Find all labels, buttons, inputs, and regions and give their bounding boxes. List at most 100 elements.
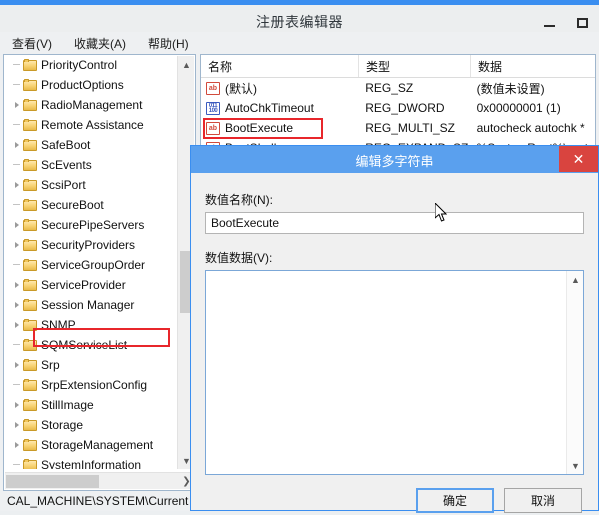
chevron-right-icon[interactable] (10, 295, 23, 315)
binary-dword-icon: 011 100 (206, 101, 220, 115)
tree-item-storage[interactable]: Storage (4, 415, 177, 435)
tree-item-label: ScEvents (41, 158, 92, 172)
folder-icon (23, 319, 37, 331)
chevron-right-icon[interactable] (10, 235, 23, 255)
scroll-up-icon[interactable]: ▲ (567, 271, 584, 288)
maximize-icon (577, 18, 588, 28)
registry-tree-list[interactable]: PriorityControl ProductOptions RadioMana… (4, 55, 177, 469)
tree-item-scevents[interactable]: ScEvents (4, 155, 177, 175)
scroll-down-icon[interactable]: ▼ (567, 457, 584, 474)
minimize-button[interactable] (533, 13, 566, 33)
tree-item-prioritycontrol[interactable]: PriorityControl (4, 55, 177, 75)
maximize-button[interactable] (566, 13, 599, 33)
tree-item-label: SystemInformation (41, 458, 142, 469)
window-title-bar[interactable]: 注册表编辑器 (0, 5, 599, 32)
chevron-right-icon[interactable] (10, 275, 23, 295)
folder-icon (23, 179, 37, 191)
chevron-right-icon[interactable] (10, 435, 23, 455)
tree-line-icon (10, 75, 23, 95)
tree-item-safeboot[interactable]: SafeBoot (4, 135, 177, 155)
dialog-body: 数值名称(N): 数值数据(V): ▲ ▼ 确定 取消 (191, 173, 598, 513)
value-data-cell: (数值未设置) (476, 81, 545, 96)
value-data-cell: autocheck autochk * (476, 121, 585, 135)
tree-hscroll-thumb[interactable] (6, 475, 99, 488)
tree-item-stillimage[interactable]: StillImage (4, 395, 177, 415)
tree-item-label: ServiceGroupOrder (41, 258, 146, 272)
chevron-right-icon[interactable] (10, 395, 23, 415)
tree-item-label: Storage (41, 418, 84, 432)
folder-icon (23, 399, 37, 411)
tree-horizontal-scrollbar[interactable]: ❯ (5, 472, 195, 489)
tree-item-srpextensionconfig[interactable]: SrpExtensionConfig (4, 375, 177, 395)
table-row[interactable]: ab (默认) REG_SZ (数值未设置) (201, 78, 595, 98)
folder-icon (23, 279, 37, 291)
table-row[interactable]: 011 100 AutoChkTimeout REG_DWORD 0x000000… (201, 98, 595, 118)
column-header-data[interactable]: 数据 (471, 55, 595, 77)
tree-item-secureboot[interactable]: SecureBoot (4, 195, 177, 215)
folder-icon (23, 159, 37, 171)
tree-item-sqmservicelist[interactable]: SQMServiceList (4, 335, 177, 355)
textarea-vertical-scrollbar[interactable]: ▲ ▼ (566, 271, 583, 474)
registry-editor-window: 注册表编辑器 查看(V) 收藏夹(A) 帮助(H) PriorityContro… (0, 0, 599, 513)
tree-item-servicegrouporder[interactable]: ServiceGroupOrder (4, 255, 177, 275)
value-name-field-label: 数值名称(N): (205, 193, 273, 207)
value-name-label: BootExecute (225, 121, 294, 135)
chevron-right-icon[interactable] (10, 135, 23, 155)
chevron-right-icon[interactable] (10, 355, 23, 375)
folder-icon (23, 379, 37, 391)
dialog-title: 编辑多字符串 (355, 154, 434, 169)
ab-string-icon: ab (206, 81, 220, 95)
tree-item-label: RadioManagement (41, 98, 143, 112)
cancel-button[interactable]: 取消 (504, 487, 582, 513)
tree-item-session-manager[interactable]: Session Manager (4, 295, 177, 315)
registry-tree-pane[interactable]: PriorityControl ProductOptions RadioMana… (3, 54, 196, 491)
folder-icon (23, 99, 37, 111)
value-name-input[interactable] (205, 212, 584, 234)
chevron-right-icon[interactable] (10, 315, 23, 335)
tree-item-label: ScsiPort (41, 178, 86, 192)
folder-icon (23, 219, 37, 231)
value-name-label: AutoChkTimeout (225, 101, 314, 115)
menu-item-favorites[interactable]: 收藏夹(A) (74, 35, 126, 52)
tree-item-storagemanagement[interactable]: StorageManagement (4, 435, 177, 455)
dialog-title-bar[interactable]: 编辑多字符串 ✕ (191, 146, 598, 173)
tree-item-securityproviders[interactable]: SecurityProviders (4, 235, 177, 255)
folder-icon (23, 139, 37, 151)
tree-item-serviceprovider[interactable]: ServiceProvider (4, 275, 177, 295)
menu-item-view[interactable]: 查看(V) (12, 35, 52, 52)
table-row[interactable]: ab BootExecute REG_MULTI_SZ autocheck au… (201, 118, 595, 138)
tree-line-icon (10, 115, 23, 135)
tree-item-scsiport[interactable]: ScsiPort (4, 175, 177, 195)
tree-item-securepipeservers[interactable]: SecurePipeServers (4, 215, 177, 235)
chevron-right-icon[interactable] (10, 415, 23, 435)
tree-item-srp[interactable]: Srp (4, 355, 177, 375)
value-type-cell: REG_DWORD (365, 101, 445, 115)
ok-button[interactable]: 确定 (416, 487, 494, 513)
value-data-textarea[interactable] (206, 271, 567, 474)
column-header-type[interactable]: 类型 (359, 55, 471, 77)
tree-item-snmp[interactable]: SNMP (4, 315, 177, 335)
column-header-name[interactable]: 名称 (201, 55, 359, 77)
folder-icon (23, 459, 37, 469)
chevron-right-icon[interactable] (10, 215, 23, 235)
scroll-up-icon[interactable]: ▲ (178, 56, 195, 73)
tree-item-remote-assistance[interactable]: Remote Assistance (4, 115, 177, 135)
chevron-right-icon[interactable] (10, 175, 23, 195)
folder-icon (23, 79, 37, 91)
value-name-cell: ab (默认) (201, 80, 358, 97)
tree-line-icon (10, 375, 23, 395)
tree-line-icon (10, 255, 23, 275)
tree-item-label: SecurePipeServers (41, 218, 145, 232)
value-type-cell: REG_SZ (365, 81, 414, 95)
close-icon[interactable]: ✕ (559, 146, 598, 172)
tree-item-radiomanagement[interactable]: RadioManagement (4, 95, 177, 115)
chevron-right-icon[interactable] (10, 95, 23, 115)
value-data-field-label: 数值数据(V): (205, 251, 273, 265)
menu-item-help[interactable]: 帮助(H) (148, 35, 189, 52)
tree-line-icon (10, 195, 23, 215)
value-data-input-wrapper[interactable]: ▲ ▼ (205, 270, 584, 475)
tree-item-label: SafeBoot (41, 138, 91, 152)
tree-item-label: Srp (41, 358, 60, 372)
tree-item-systeminformation[interactable]: SystemInformation (4, 455, 177, 469)
tree-item-productoptions[interactable]: ProductOptions (4, 75, 177, 95)
